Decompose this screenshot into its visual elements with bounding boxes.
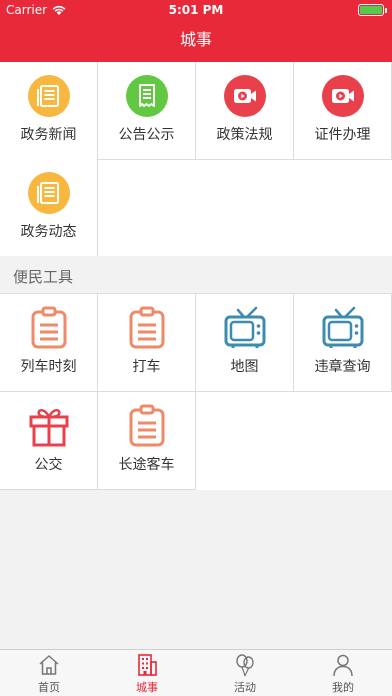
- gift-icon: [29, 409, 69, 447]
- clipboard-icon: [31, 306, 67, 349]
- grid-item-label: 政策法规: [216, 127, 273, 143]
- tab-label: 我的: [332, 681, 354, 694]
- grid-item-label: 公告公示: [118, 127, 175, 143]
- grid-item-gov-news[interactable]: 政务新闻: [0, 62, 98, 160]
- gov-services-grid: 政务新闻 公告公示 政策法规 证件办理 政务动态: [0, 62, 392, 257]
- tab-home[interactable]: 首页: [0, 650, 98, 696]
- grid-item-label: 违章查询: [314, 359, 371, 375]
- grid-item-policies[interactable]: 政策法规: [196, 62, 294, 160]
- receipt-icon: [126, 75, 168, 117]
- grid-item-label: 列车时刻: [20, 359, 77, 375]
- balloons-icon: [236, 654, 254, 677]
- grid-item-label: 地图: [230, 359, 259, 375]
- grid-item-train-schedule[interactable]: 列车时刻: [0, 294, 98, 392]
- grid-item-label: 打车: [132, 359, 161, 375]
- status-time: 5:01 PM: [168, 3, 224, 17]
- home-icon: [39, 655, 59, 675]
- grid-item-announcements[interactable]: 公告公示: [98, 62, 196, 160]
- grid-item-long-distance-bus[interactable]: 长途客车: [98, 392, 196, 490]
- grid-item-taxi[interactable]: 打车: [98, 294, 196, 392]
- grid-item-gov-updates[interactable]: 政务动态: [0, 159, 98, 257]
- section-title: 便民工具: [13, 268, 74, 286]
- video-icon: [224, 75, 266, 117]
- nav-bar: 城事: [0, 20, 392, 62]
- grid-item-label: 政务新闻: [20, 127, 77, 143]
- grid-item-bus[interactable]: 公交: [0, 392, 98, 490]
- page-title: 城事: [179, 30, 212, 49]
- clipboard-icon: [129, 404, 165, 447]
- video-icon: [322, 75, 364, 117]
- tab-label: 首页: [38, 681, 60, 694]
- grid-item-certificates[interactable]: 证件办理: [294, 62, 392, 160]
- news-icon: [28, 172, 70, 214]
- grid-item-label: 政务动态: [20, 224, 77, 240]
- news-icon: [28, 75, 70, 117]
- grid-item-label: 公交: [34, 457, 63, 473]
- tools-grid: 列车时刻 打车 地图 违章查询 公交 长途客车: [0, 294, 392, 490]
- grid-item-map[interactable]: 地图: [196, 294, 294, 392]
- tab-profile[interactable]: 我的: [294, 650, 392, 696]
- tv-icon: [322, 306, 364, 348]
- section-header: 便民工具: [0, 256, 392, 294]
- tab-activities[interactable]: 活动: [196, 650, 294, 696]
- grid-item-violation-lookup[interactable]: 违章查询: [294, 294, 392, 392]
- tab-bar: 首页 城事 活动 我的: [0, 649, 392, 696]
- tab-city[interactable]: 城事: [98, 650, 196, 696]
- tab-label: 活动: [234, 681, 256, 694]
- grid-item-label: 证件办理: [314, 127, 371, 143]
- building-icon: [138, 654, 157, 676]
- battery-icon: [358, 4, 387, 16]
- tv-icon: [224, 306, 266, 348]
- clipboard-icon: [129, 306, 165, 349]
- person-icon: [333, 654, 353, 677]
- tab-label: 城事: [136, 681, 158, 694]
- status-bar: Carrier 5:01 PM: [0, 0, 392, 20]
- grid-item-label: 长途客车: [118, 457, 175, 473]
